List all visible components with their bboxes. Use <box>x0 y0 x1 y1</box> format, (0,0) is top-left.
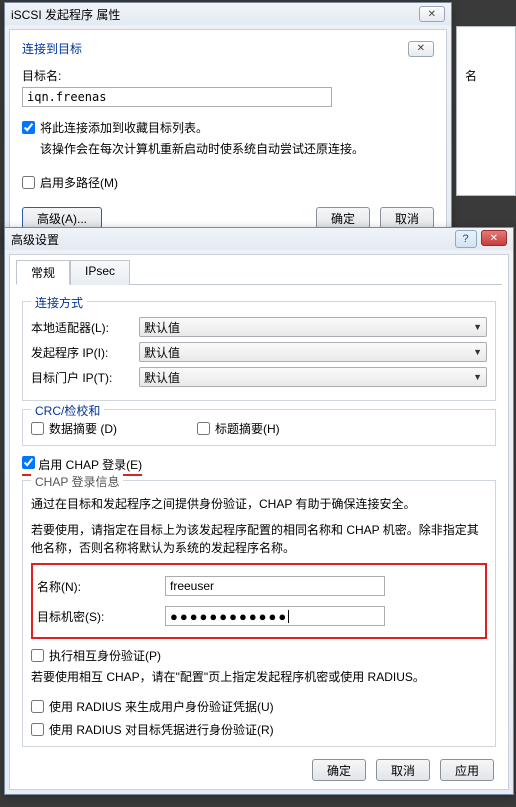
local-adapter-combo[interactable]: 默认值 ▼ <box>139 317 487 337</box>
connect-group-title: 连接方式 <box>31 294 87 311</box>
ok-button-2[interactable]: 确定 <box>312 759 366 781</box>
titlebar-1: iSCSI 发起程序 属性 ✕ <box>5 3 451 25</box>
help-icon[interactable]: ? <box>455 230 477 248</box>
chap-checkbox[interactable] <box>22 456 35 469</box>
multipath-label: 启用多路径(M) <box>40 174 118 191</box>
header-digest-label: 标题摘要(H) <box>215 420 280 437</box>
close-icon[interactable]: ✕ <box>419 6 445 22</box>
multipath-checkbox[interactable] <box>22 176 35 189</box>
advanced-button[interactable]: 高级(A)... <box>22 207 102 229</box>
initiator-ip-combo[interactable]: 默认值 ▼ <box>139 342 487 362</box>
chap-note-1: 通过在目标和发起程序之间提供身份验证，CHAP 有助于确保连接安全。 <box>31 495 487 513</box>
mutual-auth-checkbox[interactable] <box>31 649 44 662</box>
advanced-settings-dialog: 高级设置 ? ✕ 常规 IPsec 连接方式 本地适配器(L): 默认值 ▼ <box>4 227 514 795</box>
local-adapter-label: 本地适配器(L): <box>31 319 131 336</box>
chap-group-title: CHAP 登录信息 <box>31 473 123 490</box>
dialog2-title: 高级设置 <box>11 231 59 248</box>
tab-general[interactable]: 常规 <box>16 260 70 285</box>
favorite-checkbox[interactable] <box>22 121 35 134</box>
cancel-button-1[interactable]: 取消 <box>380 207 434 229</box>
radius-target-checkbox[interactable] <box>31 723 44 736</box>
cancel-button-2[interactable]: 取消 <box>376 759 430 781</box>
dialog1-title: iSCSI 发起程序 属性 <box>11 6 120 23</box>
initiator-ip-value: 默认值 <box>144 344 180 361</box>
close-icon-2[interactable]: ✕ <box>481 230 507 246</box>
target-portal-combo[interactable]: 默认值 ▼ <box>139 367 487 387</box>
ok-button-1[interactable]: 确定 <box>316 207 370 229</box>
chevron-down-icon: ▼ <box>473 322 482 332</box>
panel-close-icon[interactable]: ✕ <box>408 41 434 57</box>
data-digest-checkbox[interactable] <box>31 422 44 435</box>
favorite-note: 该操作会在每次计算机重新启动时使系统自动尝试还原连接。 <box>40 140 434 158</box>
data-digest-label: 数据摘要 (D) <box>49 420 117 437</box>
target-portal-label: 目标门户 IP(T): <box>31 369 131 386</box>
local-adapter-value: 默认值 <box>144 319 180 336</box>
chevron-down-icon: ▼ <box>473 372 482 382</box>
initiator-ip-label: 发起程序 IP(I): <box>31 344 131 361</box>
iscsi-properties-dialog: iSCSI 发起程序 属性 ✕ 连接到目标 ✕ 目标名: 将此连接添加到收藏目标… <box>4 2 452 245</box>
chap-name-input[interactable] <box>165 576 385 596</box>
mutual-auth-label: 执行相互身份验证(P) <box>49 647 161 664</box>
chap-secret-label: 目标机密(S): <box>37 608 157 625</box>
radius-target-label: 使用 RADIUS 对目标凭据进行身份验证(R) <box>49 721 274 738</box>
chap-name-label: 名称(N): <box>37 578 157 595</box>
radius-user-checkbox[interactable] <box>31 700 44 713</box>
favorite-label: 将此连接添加到收藏目标列表。 <box>40 119 208 136</box>
crc-group-title: CRC/检校和 <box>31 402 104 419</box>
bg-label: 名 <box>457 27 515 84</box>
apply-button[interactable]: 应用 <box>440 759 494 781</box>
connect-panel-title: 连接到目标 <box>22 40 82 57</box>
radius-user-label: 使用 RADIUS 来生成用户身份验证凭据(U) <box>49 698 274 715</box>
tab-bar: 常规 IPsec <box>16 259 502 285</box>
chap-note-2: 若要使用，请指定在目标上为该发起程序配置的相同名称和 CHAP 机密。除非指定其… <box>31 521 487 557</box>
target-portal-value: 默认值 <box>144 369 180 386</box>
chap-label: 启用 CHAP 登录(E) <box>38 458 142 472</box>
mutual-note: 若要使用相互 CHAP，请在"配置"页上指定发起程序机密或使用 RADIUS。 <box>31 668 487 686</box>
tab-ipsec[interactable]: IPsec <box>70 260 130 285</box>
target-name-input[interactable] <box>22 87 332 107</box>
header-digest-checkbox[interactable] <box>197 422 210 435</box>
titlebar-2: 高级设置 ? ✕ <box>5 228 513 250</box>
target-name-label: 目标名: <box>22 67 434 84</box>
password-mask: ●●●●●●●●●●●● <box>170 609 288 624</box>
chevron-down-icon: ▼ <box>473 347 482 357</box>
chap-secret-input[interactable]: ●●●●●●●●●●●● <box>165 606 385 626</box>
